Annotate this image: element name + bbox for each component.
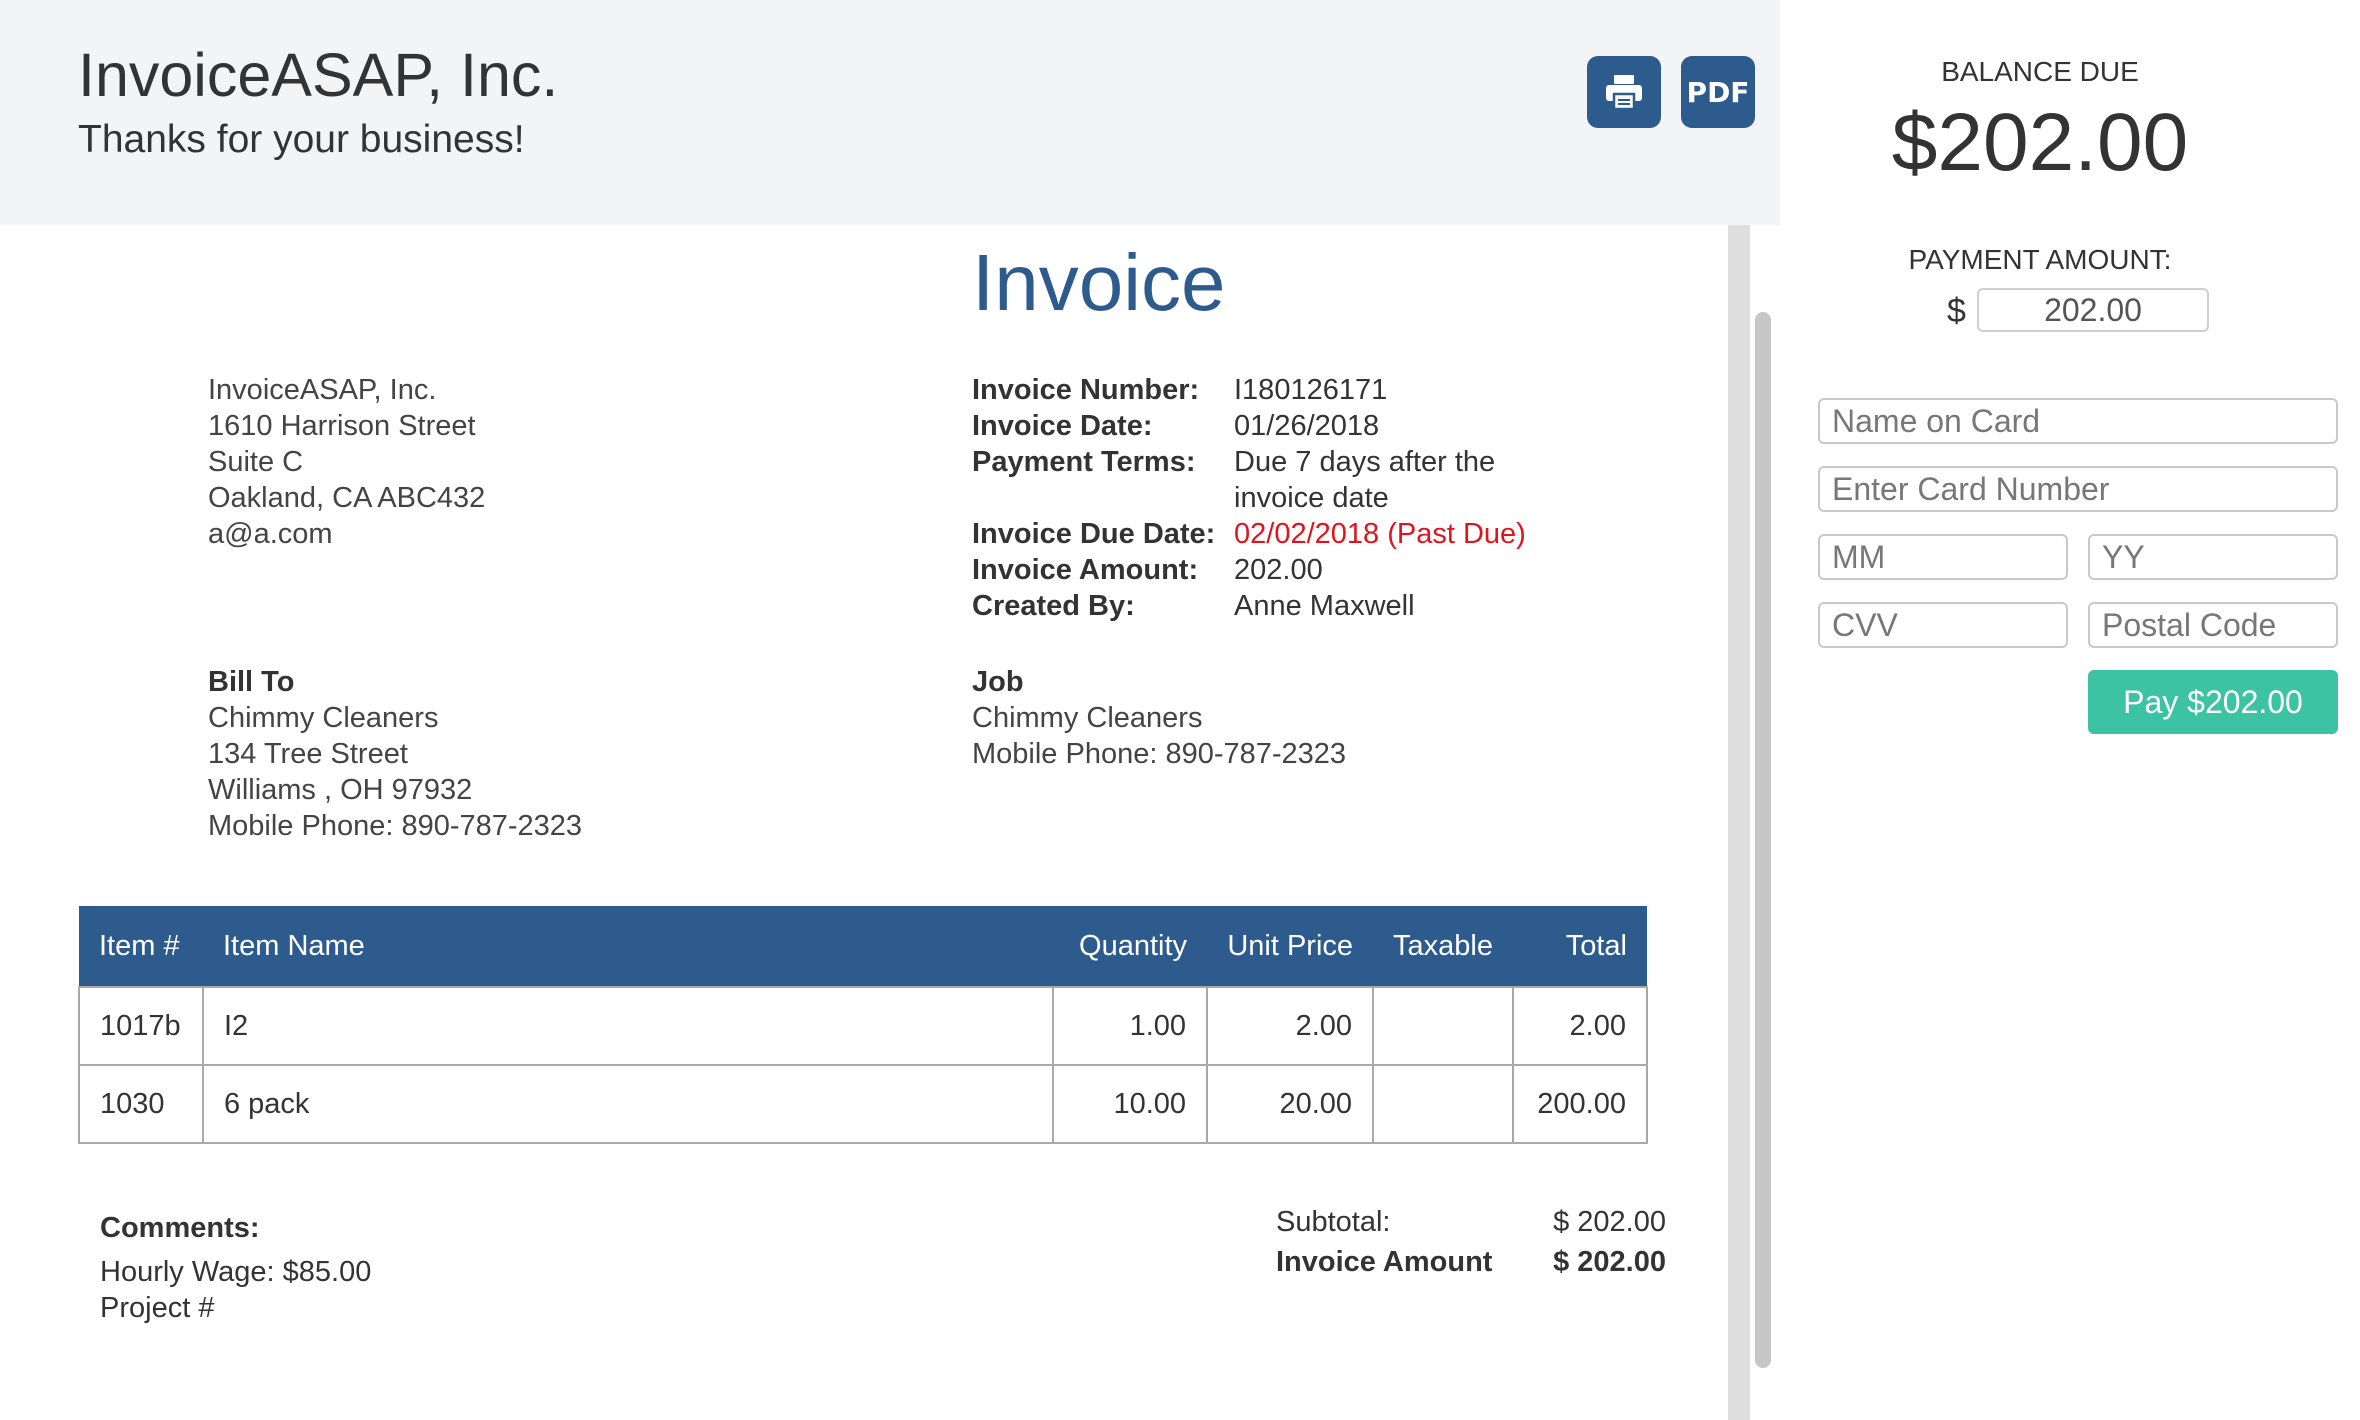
- created-by: Anne Maxwell: [1234, 590, 1415, 622]
- card-number-input[interactable]: [1818, 466, 2338, 512]
- cell-taxable: [1372, 1064, 1514, 1144]
- bill-to: Bill To Chimmy Cleaners 134 Tree Street …: [208, 664, 582, 844]
- invoice-number: I180126171: [1234, 374, 1388, 406]
- comments-heading: Comments:: [100, 1212, 260, 1244]
- subtotal-value: $ 202.00: [1553, 1206, 1666, 1238]
- created-by-label: Created By:: [972, 590, 1135, 622]
- printer-icon: [1606, 75, 1642, 111]
- col-header-item-number: Item #: [79, 906, 203, 987]
- invoice-amount-label: Invoice Amount:: [972, 554, 1199, 586]
- from-email: a@a.com: [208, 518, 333, 550]
- invoice-amount: 202.00: [1234, 554, 1323, 586]
- balance-due-amount: $202.00: [1891, 97, 2189, 188]
- cell-unit-price: 20.00: [1206, 1064, 1375, 1144]
- bill-to-street: 134 Tree Street: [208, 738, 408, 770]
- cell-quantity: 1.00: [1052, 986, 1209, 1066]
- invoice-date: 01/26/2018: [1234, 410, 1380, 442]
- pay-button[interactable]: Pay $202.00: [2088, 670, 2338, 734]
- invoice-header: InvoiceASAP, Inc. Thanks for your busine…: [0, 0, 1780, 225]
- cvv-input[interactable]: [1818, 602, 2068, 648]
- due-date-label: Invoice Due Date:: [972, 518, 1216, 550]
- totals: Subtotal: $ 202.00 Invoice Amount $ 202.…: [1276, 1202, 1666, 1282]
- payment-terms-line1: Due 7 days after the: [1234, 446, 1496, 478]
- invoice-number-label: Invoice Number:: [972, 374, 1200, 406]
- from-address: InvoiceASAP, Inc. 1610 Harrison Street S…: [208, 372, 485, 552]
- cell-total: 2.00: [1512, 986, 1648, 1066]
- bill-to-phone: Mobile Phone: 890-787-2323: [208, 810, 583, 842]
- cell-item-name: 6 pack: [201, 1064, 1055, 1144]
- bill-to-heading: Bill To: [208, 666, 295, 698]
- comments-line2: Project #: [100, 1292, 215, 1324]
- items-table: Item # Item Name Quantity Unit Price Tax…: [78, 906, 1648, 1144]
- company-name: InvoiceASAP, Inc.: [78, 41, 559, 109]
- job-heading: Job: [972, 666, 1024, 698]
- scrollbar-thumb[interactable]: [1755, 312, 1771, 1368]
- cell-item-name: I2: [201, 986, 1055, 1066]
- cell-item-number: 1017b: [78, 986, 204, 1066]
- balance-due-label: BALANCE DUE: [1941, 56, 2139, 87]
- postal-code-input[interactable]: [2088, 602, 2338, 648]
- pdf-button[interactable]: PDF: [1681, 56, 1755, 128]
- from-street: 1610 Harrison Street: [208, 410, 476, 442]
- table-header-row: Item # Item Name Quantity Unit Price Tax…: [79, 906, 1647, 987]
- subtotal-label: Subtotal:: [1276, 1206, 1391, 1238]
- cell-total: 200.00: [1512, 1064, 1648, 1144]
- name-on-card-input[interactable]: [1818, 398, 2338, 444]
- invoice-amount-total-label: Invoice Amount: [1276, 1246, 1493, 1278]
- payment-panel: BALANCE DUE $202.00 PAYMENT AMOUNT: $ Pa…: [1780, 0, 2360, 1420]
- job-phone: Mobile Phone: 890-787-2323: [972, 738, 1347, 770]
- invoice-date-label: Invoice Date:: [972, 410, 1153, 442]
- invoice-meta: Invoice Number: I180126171 Invoice Date:…: [972, 372, 1564, 624]
- job-name: Chimmy Cleaners: [972, 702, 1203, 734]
- from-city: Oakland, CA ABC432: [208, 482, 486, 514]
- from-suite: Suite C: [208, 446, 304, 478]
- scrollbar-track[interactable]: [1728, 225, 1750, 1420]
- bill-to-city: Williams , OH 97932: [208, 774, 473, 806]
- comments: Comments: Hourly Wage: $85.00 Project #: [100, 1210, 371, 1326]
- comments-line1: Hourly Wage: $85.00: [100, 1256, 372, 1288]
- payment-terms: Due 7 days after the invoice date: [1234, 444, 1564, 516]
- col-header-total: Total: [1513, 906, 1647, 987]
- cell-unit-price: 2.00: [1206, 986, 1375, 1066]
- col-header-quantity: Quantity: [1053, 906, 1208, 987]
- invoice-title: Invoice: [972, 238, 1226, 327]
- tagline: Thanks for your business!: [78, 118, 525, 161]
- payment-amount-label: PAYMENT AMOUNT:: [1908, 244, 2172, 275]
- job-info: Job Chimmy Cleaners Mobile Phone: 890-78…: [972, 664, 1346, 772]
- expiry-month-input[interactable]: [1818, 534, 2068, 580]
- cell-taxable: [1372, 986, 1514, 1066]
- cell-quantity: 10.00: [1052, 1064, 1209, 1144]
- expiry-year-input[interactable]: [2088, 534, 2338, 580]
- col-header-taxable: Taxable: [1373, 906, 1513, 987]
- currency-symbol: $: [1947, 292, 1966, 330]
- print-button[interactable]: [1587, 56, 1661, 128]
- cell-item-number: 1030: [78, 1064, 204, 1144]
- table-row: 1030 6 pack 10.00 20.00 200.00: [78, 1064, 1648, 1144]
- table-row: 1017b I2 1.00 2.00 2.00: [78, 986, 1648, 1066]
- payment-terms-label: Payment Terms:: [972, 446, 1196, 478]
- invoice-amount-total-value: $ 202.00: [1553, 1246, 1666, 1278]
- due-date: 02/02/2018 (Past Due): [1234, 518, 1526, 550]
- payment-terms-line2: invoice date: [1234, 482, 1389, 514]
- col-header-item-name: Item Name: [202, 906, 1054, 987]
- col-header-unit-price: Unit Price: [1207, 906, 1374, 987]
- payment-amount-input[interactable]: [1977, 288, 2209, 332]
- from-name: InvoiceASAP, Inc.: [208, 374, 437, 406]
- bill-to-name: Chimmy Cleaners: [208, 702, 439, 734]
